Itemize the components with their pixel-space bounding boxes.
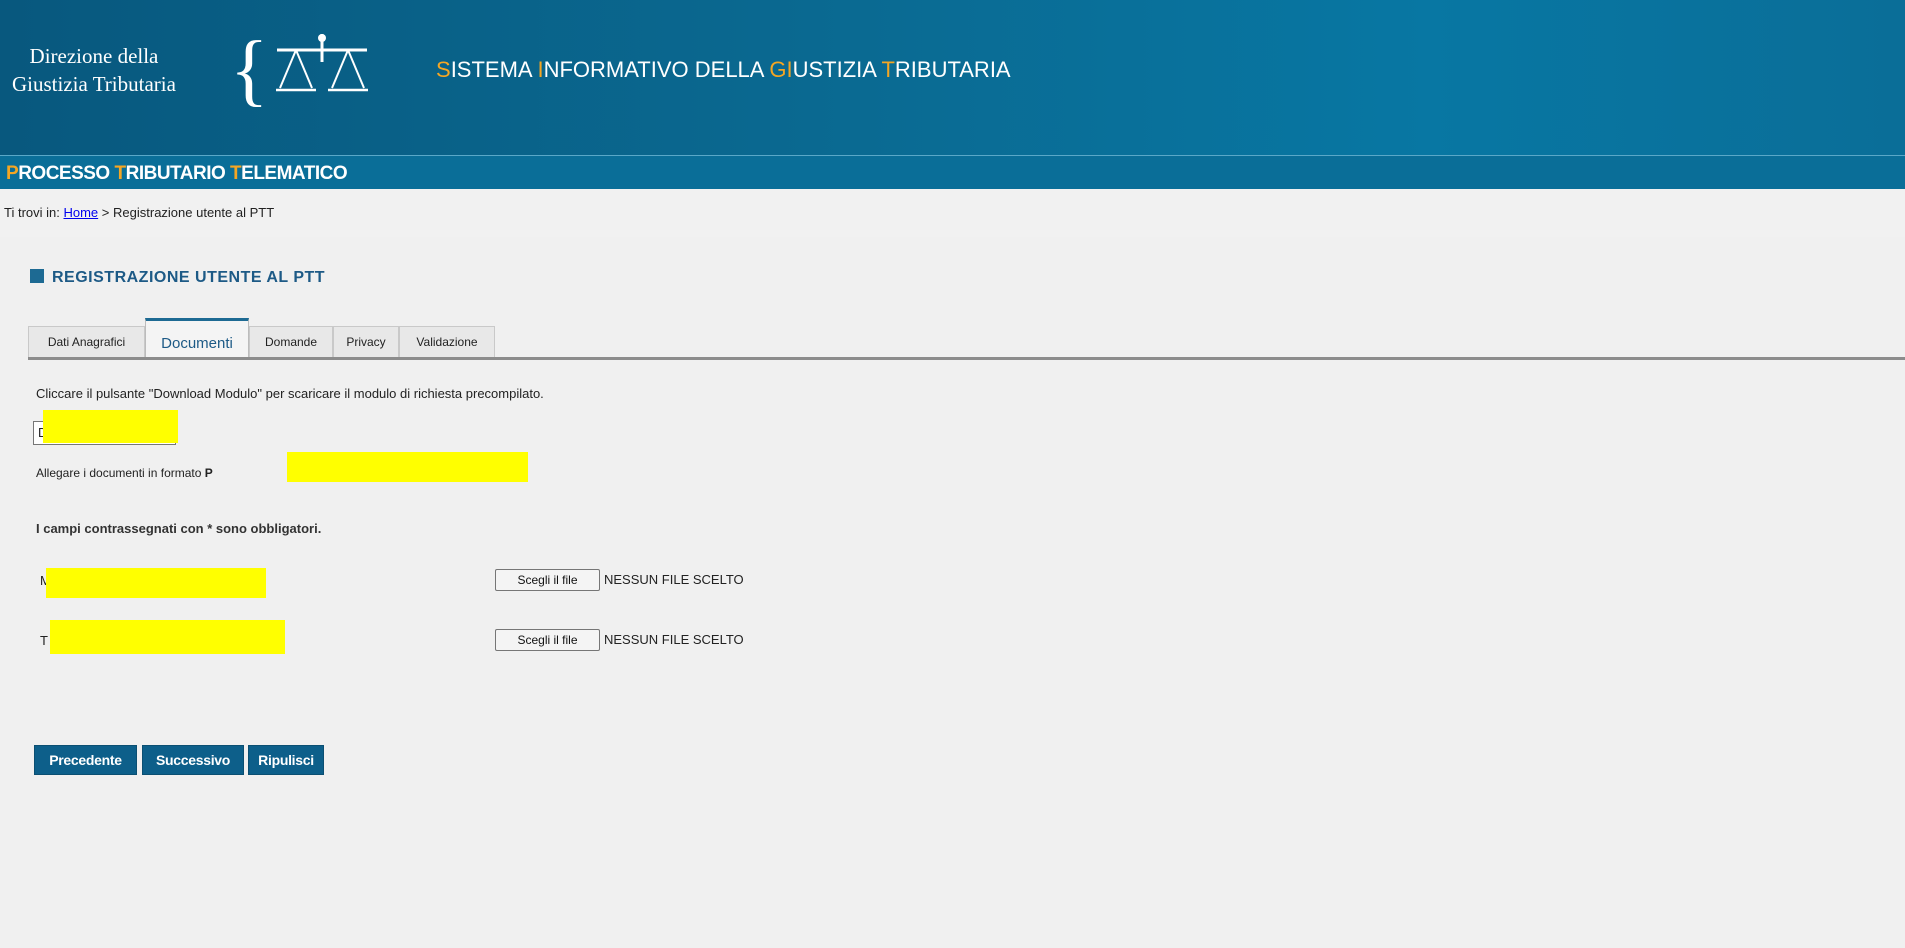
subtitle-initial: T	[230, 163, 242, 184]
breadcrumb-home-link[interactable]: Home	[63, 205, 98, 220]
download-instructions: Cliccare il pulsante "Download Modulo" p…	[36, 386, 544, 401]
breadcrumb-prefix: Ti trovi in:	[4, 205, 60, 220]
brace-decoration: {	[230, 26, 269, 114]
site-header: Direzione della Giustizia Tributaria { S…	[0, 0, 1905, 155]
tab-validazione[interactable]: Validazione	[399, 326, 495, 357]
site-title: SISTEMA INFORMATIVO DELLA GIUSTIZIA TRIB…	[436, 57, 1011, 83]
site-title-text: ISTEMA	[450, 57, 538, 82]
reset-button[interactable]: Ripulisci	[248, 745, 324, 775]
logo-line-2: Giustizia Tributaria	[12, 72, 176, 96]
subtitle-bar: PROCESSO TRIBUTARIO TELEMATICO	[0, 155, 1905, 190]
subtitle-initial: T	[114, 163, 127, 184]
file-field-label: T	[40, 633, 48, 648]
next-button[interactable]: Successivo	[142, 745, 244, 775]
file-status: NESSUN FILE SCELTO	[604, 572, 744, 587]
subtitle-text: ELEMATICO	[241, 163, 348, 184]
attach-prefix: Allegare i documenti in formato	[36, 466, 202, 480]
page-title: REGISTRAZIONE UTENTE AL PTT	[30, 269, 325, 287]
attach-format: P	[204, 466, 213, 480]
choose-file-button[interactable]: Scegli il file	[495, 569, 600, 591]
subtitle-text: RIBUTARIO	[125, 163, 231, 184]
site-title-initial: S	[436, 57, 451, 82]
tab-documenti[interactable]: Documenti	[145, 318, 249, 360]
site-title-text: NFORMATIVO DELLA	[543, 57, 770, 82]
subtitle-initial: P	[6, 163, 19, 184]
subtitle: PROCESSO TRIBUTARIO TELEMATICO	[6, 163, 348, 185]
tab-privacy[interactable]: Privacy	[333, 326, 399, 357]
breadcrumb-bar: Ti trovi in: Home > Registrazione utente…	[0, 189, 1905, 237]
breadcrumb-separator: >	[101, 205, 110, 220]
site-title-initial: GI	[769, 57, 793, 82]
redaction-mark	[43, 410, 178, 443]
tab-divider	[28, 357, 1905, 360]
previous-button[interactable]: Precedente	[34, 745, 137, 775]
choose-file-button[interactable]: Scegli il file	[495, 629, 600, 651]
site-title-text: RIBUTARIA	[894, 57, 1011, 82]
tab-dati-anagrafici[interactable]: Dati Anagrafici	[28, 326, 145, 357]
heading-square-icon	[30, 269, 44, 283]
scales-of-justice-icon	[276, 34, 368, 92]
redaction-mark	[50, 620, 285, 654]
page-title-text: REGISTRAZIONE UTENTE AL PTT	[52, 269, 326, 286]
redaction-mark	[287, 452, 528, 482]
site-title-text: USTIZIA	[792, 57, 882, 82]
attach-instructions: Allegare i documenti in formato P	[36, 466, 213, 480]
tab-domande[interactable]: Domande	[249, 326, 333, 357]
logo-text: Direzione della Giustizia Tributaria	[12, 42, 176, 98]
subtitle-text: ROCESSO	[18, 163, 115, 184]
breadcrumb-current: Registrazione utente al PTT	[113, 205, 275, 220]
site-title-initial: T	[881, 57, 895, 82]
required-fields-note: I campi contrassegnati con * sono obblig…	[36, 521, 322, 536]
logo-line-1: Direzione della	[29, 44, 159, 68]
breadcrumb: Ti trovi in: Home > Registrazione utente…	[4, 205, 274, 220]
file-status: NESSUN FILE SCELTO	[604, 632, 744, 647]
redaction-mark	[46, 568, 266, 598]
